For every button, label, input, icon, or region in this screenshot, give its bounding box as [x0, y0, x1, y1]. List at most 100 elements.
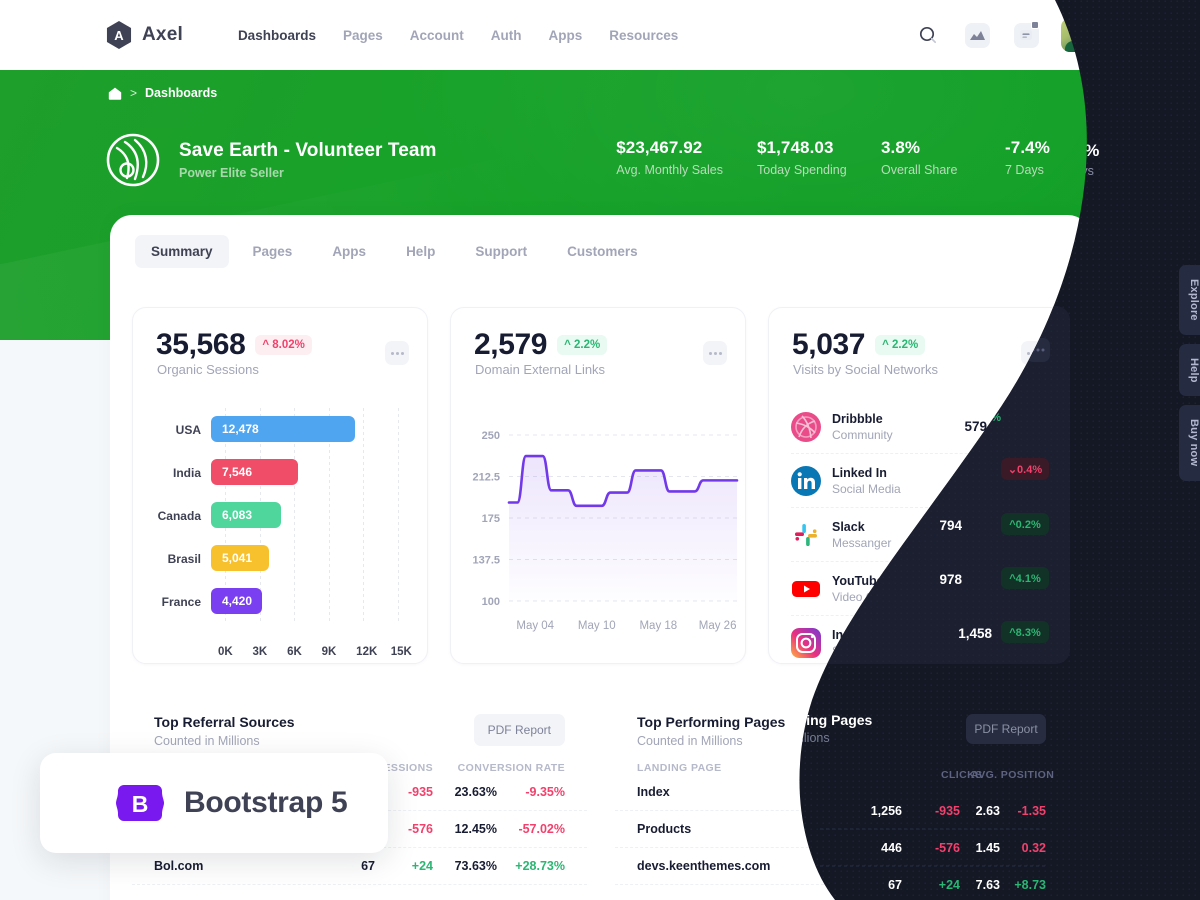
bar-chart-x-tick: 15K: [390, 646, 412, 658]
tab-apps[interactable]: Apps: [316, 235, 382, 268]
bootstrap-icon: B: [116, 785, 164, 821]
content-tabs: Summary Pages Apps Help Support Customer…: [135, 235, 654, 268]
bar-label: India: [172, 465, 201, 480]
avatar[interactable]: [1061, 18, 1095, 52]
nav-link-account[interactable]: Account: [410, 28, 464, 43]
social-network-category: Messanger: [832, 535, 892, 550]
social-network-text: YouTube Video Channel: [832, 574, 911, 604]
social-network-row[interactable]: Instagram Social Network 1,458 ^ 8.3%: [791, 616, 1047, 670]
bar-chart-row: Canada 6,083: [147, 494, 415, 537]
notifications-icon[interactable]: [1012, 21, 1040, 49]
tab-help[interactable]: Help: [390, 235, 451, 268]
card-value: 2,579: [474, 328, 548, 361]
card-delta-badge: ^ 2.2%: [557, 335, 608, 355]
table-subtitle: Counted in Millions: [154, 734, 260, 748]
home-icon[interactable]: [108, 87, 122, 100]
social-network-text: Slack Messanger: [832, 520, 891, 550]
stat-overall-share: 3.8% Overall Share: [881, 138, 971, 177]
card-headline: 35,568 ^ 8.02%: [156, 328, 312, 362]
cell-sessions: 67: [361, 859, 375, 873]
card-subtitle: Organic Sessions: [157, 362, 259, 377]
more-options-icon[interactable]: [1021, 341, 1045, 365]
social-network-delta: ^ 4.1%: [999, 578, 1047, 599]
cell-rate: 23.63%: [454, 785, 497, 799]
table-row[interactable]: devs.keenthemes.com 67 +24 7.63 +8.73: [615, 848, 1070, 885]
tab-summary[interactable]: Summary: [135, 235, 229, 268]
social-network-category: Community: [832, 427, 893, 442]
column-header-avg-position: AVG. POSITION: [964, 762, 1048, 774]
area-chart-x-tick: May 18: [639, 620, 677, 632]
bar-value: 7,546: [222, 465, 253, 479]
table-header: Top Referral Sources Counted in Millions…: [132, 692, 587, 748]
bar-value: 4,420: [222, 594, 253, 608]
bar: 7,546: [211, 459, 298, 485]
primary-nav: Dashboards Pages Account Auth Apps Resou…: [238, 28, 678, 43]
stat-value: 3.8%: [881, 138, 921, 157]
breadcrumb-current[interactable]: Dashboards: [145, 86, 217, 100]
metric-cards: 35,568 ^ 8.02% Organic Sessions USA 12,47…: [132, 307, 1064, 664]
card-value: 35,568: [156, 328, 246, 361]
table-title: Top Performing Pages: [637, 714, 786, 730]
chart-icon[interactable]: [963, 21, 991, 49]
cell-position: 1.45: [955, 822, 980, 836]
cell-position-delta: 0.32: [1023, 822, 1048, 836]
table-row[interactable]: Bol.com 67 +24 73.63% +28.73%: [132, 848, 587, 885]
tab-pages[interactable]: Pages: [237, 235, 309, 268]
table-subtitle: Counted in Millions: [637, 734, 743, 748]
tab-customers[interactable]: Customers: [551, 235, 654, 268]
social-network-row[interactable]: Slack Messanger 794 ^ 0.2%: [791, 508, 1047, 562]
nav-link-dashboards[interactable]: Dashboards: [238, 28, 316, 43]
bootstrap-badge: B Bootstrap 5: [40, 753, 388, 853]
bar: 12,478: [211, 416, 355, 442]
bar: 6,083: [211, 502, 282, 528]
social-network-row[interactable]: YouTube Video Channel 978 ^ 4.1%: [791, 562, 1047, 616]
nav-link-apps[interactable]: Apps: [549, 28, 583, 43]
social-network-value: 579: [964, 419, 987, 434]
nav-link-pages[interactable]: Pages: [343, 28, 383, 43]
linkedin-icon: [791, 465, 821, 496]
more-options-icon[interactable]: [385, 341, 409, 365]
dribbble-icon: [791, 411, 821, 442]
bar-track: 7,546: [211, 451, 415, 494]
column-header-landing-page: LANDING PAGE: [637, 762, 722, 774]
area-chart-x-tick: May 04: [516, 620, 554, 632]
cell-position: 7.63: [955, 859, 980, 873]
more-options-icon[interactable]: [703, 341, 727, 365]
search-icon[interactable]: [914, 21, 942, 49]
edge-tab-help[interactable]: Help: [1179, 343, 1200, 397]
social-network-name: Linked In: [832, 465, 887, 480]
area-chart-y-tick: 250: [482, 430, 500, 442]
brand-logo[interactable]: A Axel: [105, 21, 183, 49]
cell-rate-delta: +28.73%: [515, 859, 565, 873]
card-organic-sessions: 35,568 ^ 8.02% Organic Sessions USA 12,47…: [132, 307, 428, 664]
social-network-row[interactable]: Linked In Social Media 1,088 ⌄ 0.4%: [791, 454, 1047, 508]
nav-link-auth[interactable]: Auth: [491, 28, 522, 43]
social-network-name: Instagram: [832, 628, 892, 642]
table-row[interactable]: Index 1,256 -935 2.63 -1.35: [615, 774, 1070, 811]
stat-value: $1,748.03: [757, 138, 834, 157]
nav-link-resources[interactable]: Resources: [609, 28, 678, 43]
card-delta-badge: ^ 8.02%: [255, 335, 312, 355]
stat-value: -7.4%: [1005, 138, 1050, 157]
pdf-report-button[interactable]: PDF Report: [956, 714, 1048, 746]
edge-tab-explore[interactable]: Explore: [1179, 265, 1200, 335]
tab-support[interactable]: Support: [459, 235, 543, 268]
bar-chart: USA 12,478 India 7,546 Canada 6,083 Brasil 5,04…: [147, 408, 415, 658]
edge-tab-buy-now[interactable]: Buy now: [1179, 405, 1200, 481]
table-title-block: Top Performing Pages Counted in Millions: [637, 714, 785, 748]
cell-page: Index: [637, 785, 670, 799]
bar-chart-x-tick: 6K: [287, 646, 302, 658]
area-chart-x-tick: May 10: [578, 620, 616, 632]
social-network-row[interactable]: Dribbble Community 579 ^ 2.6%: [791, 400, 1047, 454]
social-network-value: 978: [964, 581, 987, 596]
social-network-value: 1,088: [953, 473, 987, 488]
stat-label: Today Spending: [757, 163, 847, 177]
table-row[interactable]: Products 446 -576 1.45 0.32: [615, 811, 1070, 848]
social-network-text: Linked In Social Media: [832, 466, 901, 496]
social-network-name: YouTube: [832, 573, 884, 588]
social-networks-list: Dribbble Community 579 ^ 2.6% Linked In Socia…: [791, 400, 1047, 670]
cell-clicks: 446: [837, 822, 858, 836]
pdf-report-button[interactable]: PDF Report: [473, 714, 565, 746]
stat-label: Overall Share: [881, 163, 958, 177]
area-chart-x-tick: May 26: [699, 620, 737, 632]
